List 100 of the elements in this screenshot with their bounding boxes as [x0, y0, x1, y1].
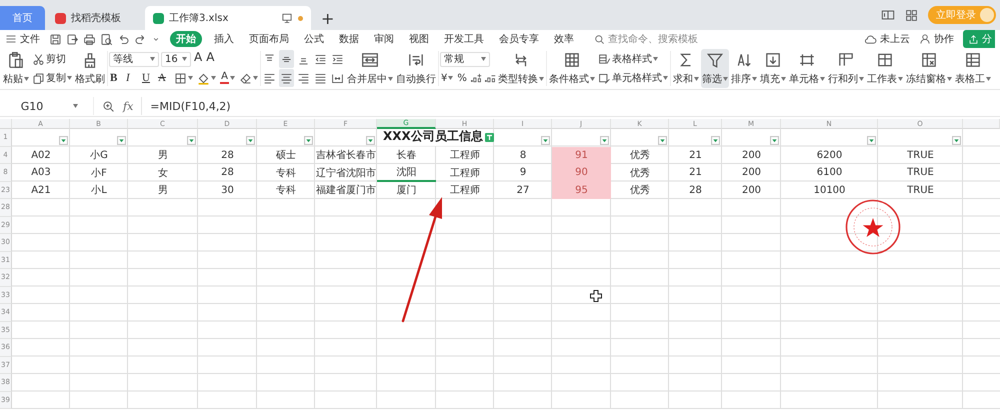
currency-button[interactable]: ¥: [440, 69, 454, 87]
toolbar-button[interactable]: 求和: [672, 49, 700, 88]
table-cell-text: 6200: [816, 148, 844, 163]
caret-icon: [24, 77, 29, 81]
cell-style-button[interactable]: 单元格样式: [596, 69, 669, 87]
increase-font-button[interactable]: A: [193, 50, 204, 68]
caret-icon: [722, 77, 728, 81]
cloud-button[interactable]: 未上云: [864, 32, 910, 46]
collaborate-button[interactable]: 协作: [919, 32, 954, 46]
table-cell-text: 优秀: [629, 148, 651, 164]
borders-icon: [174, 72, 187, 84]
toolbar-button[interactable]: 行和列: [826, 49, 865, 88]
percent-button[interactable]: %: [456, 69, 468, 87]
filter-dropdown-button[interactable]: [867, 136, 876, 144]
filter-dropdown-button[interactable]: [541, 136, 550, 144]
toolbar-button[interactable]: 单元格: [788, 49, 826, 88]
ribbon-tab[interactable]: 视图: [406, 31, 432, 47]
ribbon-tab[interactable]: 公式: [301, 31, 327, 47]
function-label[interactable]: fx: [123, 100, 134, 112]
export-icon[interactable]: [66, 32, 79, 46]
ribbon-tab[interactable]: 插入: [211, 31, 237, 47]
new-tab-button[interactable]: +: [313, 6, 342, 30]
caret-icon: [946, 77, 952, 81]
font-family-field[interactable]: 等线: [109, 52, 159, 66]
toolbar-button[interactable]: 填充: [758, 49, 787, 88]
cloud-icon: [864, 32, 877, 46]
spreadsheet-file-icon: [153, 12, 164, 24]
align-center-icon: [280, 72, 293, 84]
eraser-icon: [239, 72, 252, 84]
toolbar-button[interactable]: 筛选: [700, 49, 729, 88]
font-style-button[interactable]: U: [141, 69, 155, 87]
font-style-button[interactable]: A: [157, 69, 171, 87]
toolbar-button[interactable]: 冻结窗格: [904, 49, 953, 88]
caret-icon: [253, 76, 258, 80]
filter-dropdown-button[interactable]: [59, 136, 68, 144]
table-cell-text: 28: [688, 184, 703, 198]
table-cell-text: 小F: [90, 166, 108, 181]
cut-button[interactable]: 剪切: [31, 50, 73, 68]
ribbon-tab[interactable]: 数据: [336, 31, 362, 47]
ribbon-tab[interactable]: 审阅: [371, 31, 397, 47]
paste-button[interactable]: 粘贴: [2, 49, 30, 88]
table-style-button[interactable]: 表格样式: [596, 50, 669, 68]
toolbar-button[interactable]: 排序: [730, 49, 758, 88]
undo-icon[interactable]: [117, 32, 130, 46]
filter-dropdown-button[interactable]: [246, 136, 255, 144]
name-box[interactable]: G10: [6, 97, 94, 115]
table-cell-text: 21: [688, 166, 703, 180]
caret-icon: [448, 76, 454, 80]
zoom-icon[interactable]: [102, 100, 115, 112]
filter-dropdown-button[interactable]: [117, 136, 126, 144]
redo-icon[interactable]: [134, 32, 147, 46]
decrease-font-button[interactable]: A: [205, 50, 216, 68]
font-color-button[interactable]: A: [219, 69, 236, 87]
formula-field[interactable]: =MID(F10,4,2): [141, 97, 1000, 115]
scissors-icon: [32, 52, 45, 66]
filter-dropdown-button[interactable]: [952, 136, 961, 144]
ribbon-tab[interactable]: 页面布局: [246, 31, 292, 47]
copy-button[interactable]: 复制: [31, 69, 73, 87]
filter-dropdown-button[interactable]: [770, 136, 779, 144]
wrap-text-button[interactable]: 自动换行: [395, 49, 437, 88]
number-format-field[interactable]: 常规: [440, 52, 490, 66]
apps-grid-icon[interactable]: [905, 8, 918, 22]
font-style-button[interactable]: B: [109, 69, 123, 87]
filter-dropdown-button[interactable]: [600, 136, 609, 144]
filter-dropdown-button[interactable]: [304, 136, 313, 144]
ribbon-tab[interactable]: 效率: [551, 31, 577, 47]
print-preview-icon[interactable]: [100, 32, 113, 46]
monitor-icon: [281, 12, 293, 24]
filter-dropdown-button[interactable]: [711, 136, 720, 144]
merge-center-button[interactable]: 合并居中: [346, 49, 394, 88]
document-tab[interactable]: 找稻壳模板: [47, 6, 143, 30]
filter-dropdown-button[interactable]: [658, 136, 667, 144]
alignment-button[interactable]: [279, 69, 294, 87]
file-menu[interactable]: 文件: [5, 32, 40, 46]
cell-reference: G10: [20, 100, 44, 112]
format-painter-button[interactable]: 格式刷: [74, 49, 106, 88]
filter-dropdown-button[interactable]: [366, 136, 375, 144]
ribbon-tab[interactable]: 开发工具: [441, 31, 487, 47]
increase-decimal-icon[interactable]: [470, 72, 482, 84]
caret-icon: [538, 77, 544, 81]
caret-icon: [652, 57, 658, 61]
filter-dropdown-button[interactable]: [187, 136, 196, 144]
font-style-button[interactable]: I: [125, 69, 139, 87]
table-cell-text: A03: [30, 166, 52, 180]
align-right-icon: [297, 72, 310, 84]
alignment-button[interactable]: [279, 50, 294, 68]
search-field[interactable]: 查找命令、搜索模板: [594, 34, 703, 44]
paste-options-icon[interactable]: [485, 133, 494, 142]
save-icon[interactable]: [49, 32, 62, 46]
fill-down-icon: [764, 51, 782, 69]
type-convert-button[interactable]: 类型转换: [496, 49, 545, 88]
toolbar-button[interactable]: 表格工: [954, 49, 992, 88]
conditional-format-button[interactable]: 条件格式: [548, 49, 596, 88]
toolbar-button[interactable]: 工作表: [866, 49, 904, 88]
document-tab[interactable]: 工作簿3.xlsx: [145, 6, 311, 30]
print-icon[interactable]: [83, 32, 96, 46]
ribbon-tab[interactable]: 会员专享: [496, 31, 542, 47]
font-size-field[interactable]: 16: [161, 52, 191, 66]
table-cell-text: 男: [157, 149, 169, 164]
layout-icon[interactable]: [881, 8, 895, 22]
